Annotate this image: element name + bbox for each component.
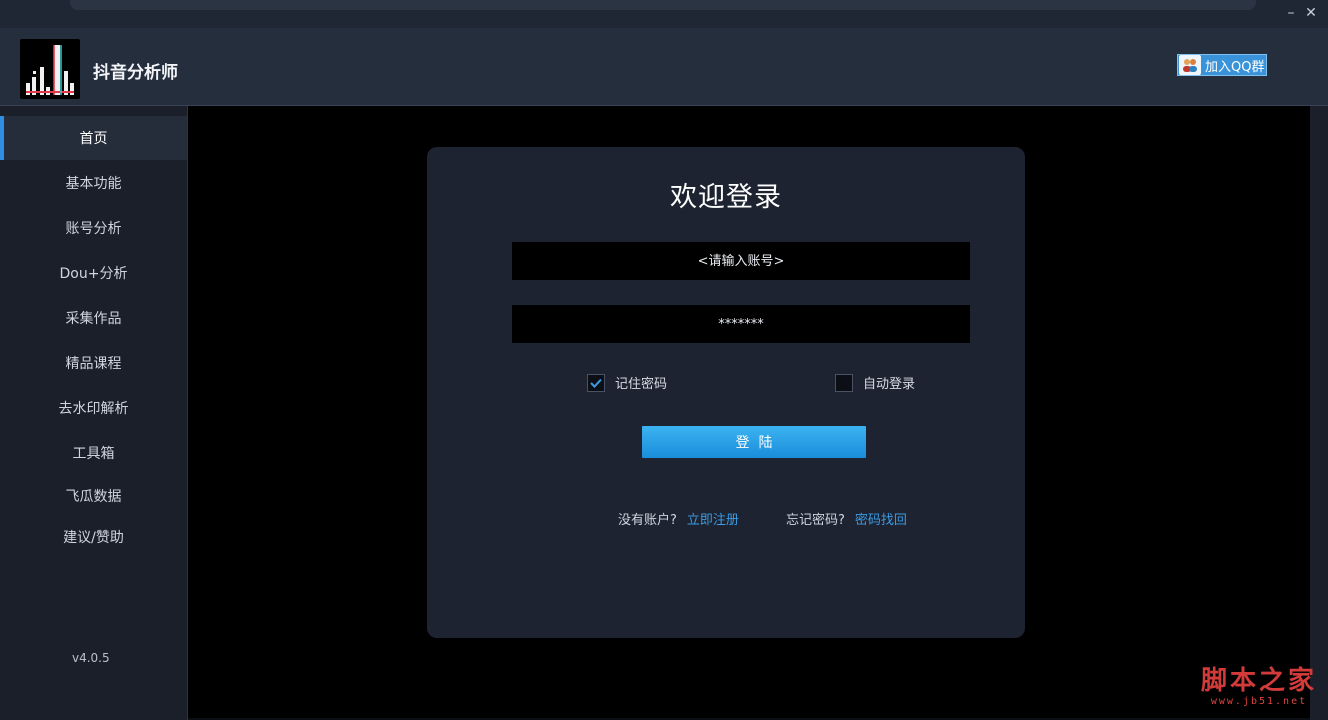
auto-login-checkbox[interactable]: 自动登录 xyxy=(835,373,915,392)
sidebar-nav: 首页 基本功能 账号分析 Dou+分析 采集作品 精品课程 去水印解析 工具箱 … xyxy=(0,106,188,720)
right-edge-bar xyxy=(1310,106,1328,720)
no-account-text: 没有账户? xyxy=(618,513,677,528)
auto-login-label: 自动登录 xyxy=(863,377,916,392)
password-input[interactable] xyxy=(512,305,970,343)
sidebar-item-home[interactable]: 首页 xyxy=(0,116,187,160)
recover-password-link[interactable]: 密码找回 xyxy=(855,509,907,528)
login-card: 欢迎登录 记住密码 自动登录 登 陆 没有账户? 立即注册 忘记密码? 密码找回 xyxy=(427,147,1025,638)
watermark-text: 脚本之家 xyxy=(1200,666,1317,696)
users-icon xyxy=(1179,55,1201,75)
window-title-strip: – ✕ xyxy=(0,0,1328,28)
remember-password-checkbox[interactable]: 记住密码 xyxy=(587,373,667,392)
sidebar-item-label: 精品课程 xyxy=(65,356,122,372)
login-title: 欢迎登录 xyxy=(670,182,782,213)
sidebar-item-label: 工具箱 xyxy=(72,446,115,462)
checkbox-checked-icon xyxy=(587,373,605,392)
join-qq-group-label: 加入QQ群 xyxy=(1205,59,1265,75)
sidebar-item-label: 账号分析 xyxy=(65,221,122,237)
sidebar-item-premium-courses[interactable]: 精品课程 xyxy=(0,341,187,385)
sidebar-item-basic-functions[interactable]: 基本功能 xyxy=(0,161,187,205)
sidebar-item-label: 去水印解析 xyxy=(58,401,129,417)
sidebar-item-label: 首页 xyxy=(79,131,108,147)
app-header: 抖音分析师 加入QQ群 xyxy=(0,28,1328,106)
sidebar-item-label: 采集作品 xyxy=(65,311,122,327)
app-logo-icon xyxy=(20,39,80,99)
app-version: v4.0.5 xyxy=(72,651,110,665)
sidebar-item-label: Dou+分析 xyxy=(59,266,128,282)
register-row: 没有账户? 立即注册 xyxy=(618,509,739,528)
forgot-password-text: 忘记密码? xyxy=(786,513,845,528)
checkbox-unchecked-icon xyxy=(835,373,853,392)
sidebar-item-account-analysis[interactable]: 账号分析 xyxy=(0,206,187,250)
watermark-url: www.jb51.net xyxy=(1210,696,1308,707)
login-button-label: 登 陆 xyxy=(735,435,773,451)
recover-row: 忘记密码? 密码找回 xyxy=(786,509,907,528)
login-button[interactable]: 登 陆 xyxy=(642,426,866,458)
minimize-button[interactable]: – xyxy=(1282,4,1300,22)
sidebar-item-collect-works[interactable]: 采集作品 xyxy=(0,296,187,340)
sidebar-item-label: 飞瓜数据 xyxy=(65,489,122,505)
remember-password-label: 记住密码 xyxy=(615,377,668,392)
sidebar-item-label: 建议/赞助 xyxy=(63,530,124,546)
sidebar-item-feigua-data[interactable]: 飞瓜数据 xyxy=(0,474,187,518)
app-title: 抖音分析师 xyxy=(93,63,178,83)
sidebar-item-feedback-sponsor[interactable]: 建议/赞助 xyxy=(0,515,187,559)
join-qq-group-button[interactable]: 加入QQ群 xyxy=(1177,54,1267,76)
sidebar-item-watermark-removal[interactable]: 去水印解析 xyxy=(0,386,187,430)
sidebar-item-toolbox[interactable]: 工具箱 xyxy=(0,431,187,475)
site-watermark: 脚本之家 www.jb51.net xyxy=(1199,666,1319,708)
register-link[interactable]: 立即注册 xyxy=(687,509,739,528)
sidebar-item-dou-plus-analysis[interactable]: Dou+分析 xyxy=(0,251,187,295)
account-input[interactable] xyxy=(512,242,970,280)
sidebar-item-label: 基本功能 xyxy=(65,176,122,192)
title-tab-bar xyxy=(70,0,1256,10)
close-button[interactable]: ✕ xyxy=(1302,4,1320,22)
